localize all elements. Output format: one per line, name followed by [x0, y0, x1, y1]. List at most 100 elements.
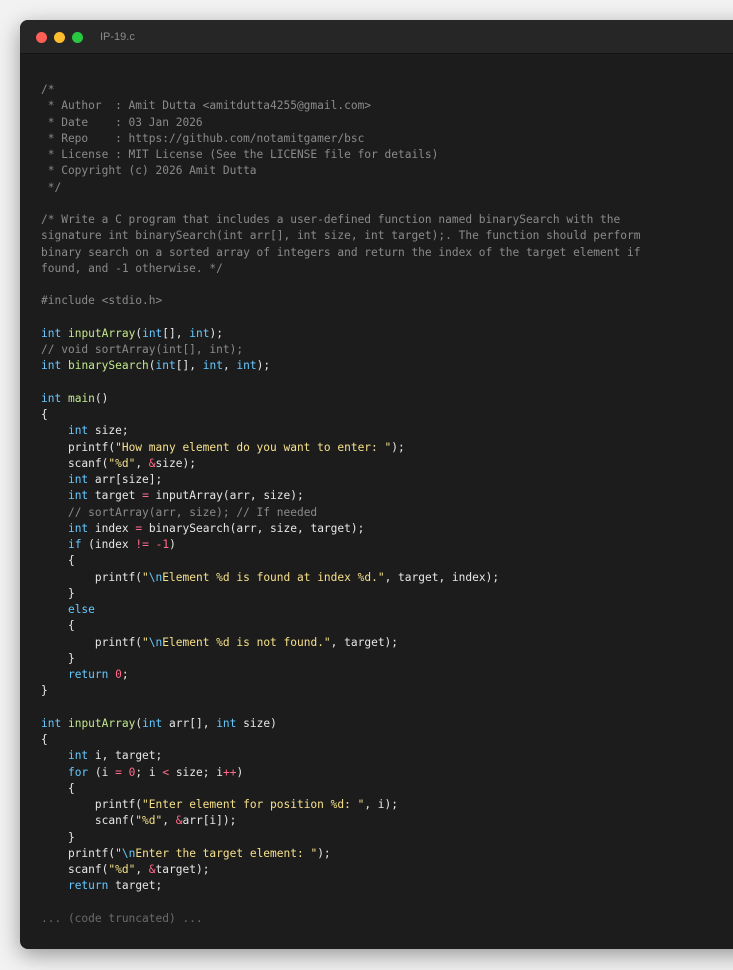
code-token-plain: printf( [41, 440, 116, 454]
code-token-punct: [], [162, 326, 190, 340]
code-token-plain: , [135, 456, 149, 470]
code-token-keyword: int [142, 326, 163, 340]
code-token-plain: { [41, 781, 75, 795]
code-token-string: Element %d is not found." [162, 635, 331, 649]
code-token-keyword: int [155, 359, 176, 373]
code-token-operator: = [115, 765, 122, 779]
code-line: scanf("%d", &target); [41, 862, 640, 878]
code-line: found, and -1 otherwise. */ [41, 261, 640, 277]
code-token-plain: ; i [135, 765, 163, 779]
code-token-punct: () [94, 391, 109, 405]
code-token-plain: scanf( [41, 814, 136, 828]
code-token-punct: { [41, 408, 48, 421]
code-token-comment: * Date : 03 Jan 2026 [41, 115, 203, 129]
code-token-string: "%d" [135, 814, 163, 828]
code-token-plain: binarySearch(arr, size, target); [142, 521, 365, 535]
code-token-string: " [115, 846, 122, 860]
code-token-keyword: int [142, 716, 163, 730]
code-token-keyword: int [67, 424, 89, 438]
code-token-comment: // sortArray(arr, size); // If needed [67, 505, 318, 519]
code-token-keyword: int [189, 326, 210, 340]
code-token-keyword: int [41, 326, 62, 340]
code-token-keyword: int [67, 749, 89, 763]
code-line: * Date : 03 Jan 2026 [41, 115, 640, 131]
code-token-func: inputArray [67, 716, 136, 730]
title-bar: IP-19.c [20, 20, 733, 54]
code-line: */ [41, 180, 640, 196]
code-token-keyword: if [67, 538, 82, 551]
code-token-func: inputArray [67, 326, 136, 340]
code-token-plain: printf( [41, 635, 143, 649]
code-token-comment: // void sortArray(int[], int); [41, 343, 244, 356]
code-token-operator: & [148, 456, 156, 470]
code-token-punct: } [41, 684, 48, 698]
close-window-button[interactable] [36, 32, 47, 43]
code-token-string: "%d" [108, 456, 136, 470]
code-token-keyword: int [41, 391, 62, 405]
code-line: scanf("%d", &size); [41, 456, 640, 472]
code-token-plain: target; [108, 879, 163, 893]
code-token-plain: ) [236, 765, 244, 779]
code-token-keyword: int [41, 716, 62, 730]
code-token-plain: size) [236, 716, 277, 730]
code-token-plain: { [41, 619, 75, 633]
code-token-preproc: #include <stdio.h> [41, 294, 163, 308]
code-token-keyword: for [67, 765, 89, 779]
code-token-string: " [142, 635, 149, 649]
code-token-plain: } [41, 651, 75, 665]
code-token-number: 0 [115, 668, 122, 681]
code-line: printf("\nElement %d is not found.", tar… [41, 635, 640, 651]
code-token-plain: , target); [330, 635, 399, 649]
code-token-comment: signature int binarySearch(int arr[], in… [41, 229, 641, 243]
code-line: /* [41, 82, 640, 98]
maximize-window-button[interactable] [72, 32, 83, 43]
code-line: { [41, 407, 640, 423]
code-token-punct: ); [209, 326, 223, 340]
code-window: IP-19.c /* * Author : Amit Dutta <amitdu… [20, 20, 733, 949]
code-line: int main() [41, 391, 640, 407]
code-token-plain: printf( [41, 798, 143, 811]
code-token-escape: \n [148, 635, 163, 649]
code-line: printf("\nEnter the target element: "); [41, 846, 640, 862]
code-line: } [41, 830, 640, 846]
window-title: IP-19.c [100, 31, 135, 43]
code-token-operator: != [135, 538, 149, 551]
code-token-plain: { [41, 554, 75, 568]
code-editor[interactable]: /* * Author : Amit Dutta <amitdutta4255@… [41, 82, 640, 927]
minimize-window-button[interactable] [54, 32, 65, 43]
code-token-plain: } [41, 830, 75, 844]
code-token-operator: = [142, 489, 149, 503]
code-line: } [41, 586, 640, 602]
code-token-punct: ); [256, 359, 271, 373]
code-token-string: Element %d is found at index %d." [162, 570, 385, 584]
code-token-comment: * Copyright (c) 2026 Amit Dutta [41, 164, 257, 178]
code-line: return 0; [41, 667, 640, 683]
code-token-keyword: int [67, 489, 89, 503]
code-token-keyword: return [67, 668, 109, 681]
code-token-operator: ++ [222, 765, 237, 779]
code-token-truncated: ... (code truncated) ... [41, 911, 203, 925]
code-token-keyword: return [67, 879, 109, 893]
code-line: int index = binarySearch(arr, size, targ… [41, 521, 640, 537]
code-token-keyword: int [67, 521, 89, 535]
code-token-string: Enter the target element: " [135, 846, 318, 860]
code-token-func: binarySearch [67, 359, 149, 373]
code-token-keyword: int [41, 359, 62, 373]
code-token-func: main [67, 391, 95, 405]
code-token-comment: */ [41, 180, 62, 194]
code-token-plain: scanf( [41, 863, 109, 876]
code-line: if (index != -1) [41, 537, 640, 553]
code-line: { [41, 618, 640, 634]
code-token-string: "How many element do you want to enter: … [115, 440, 392, 454]
